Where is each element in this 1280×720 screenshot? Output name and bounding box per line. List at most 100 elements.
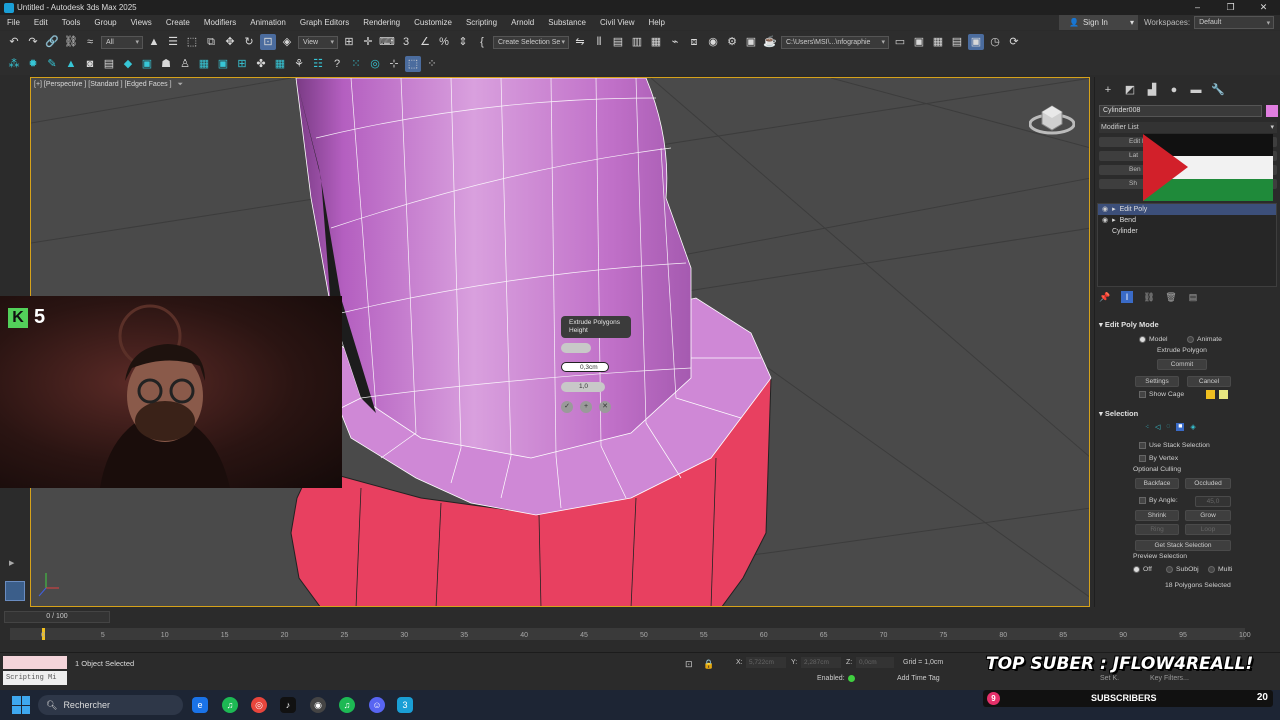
spotify-2-icon[interactable]: ♫ [339,697,355,713]
get-stack-selection-button[interactable]: Get Stack Selection [1135,540,1231,551]
viewcube[interactable] [1029,98,1075,138]
element-icon[interactable]: ◈ [1190,423,1195,431]
taskbar-search[interactable]: 🔍︎ Rechercher [38,695,183,715]
render-setup-icon[interactable]: ⚙ [724,34,740,50]
toggle-layer-explorer-icon[interactable]: ▥ [629,34,645,50]
clipboard-icon[interactable]: ▤ [101,56,117,72]
animate-radio[interactable] [1187,336,1194,343]
commit-button[interactable]: Commit [1157,359,1207,370]
pin-stack-icon[interactable]: 📌 [1099,291,1111,303]
add-time-tag[interactable]: Add Time Tag [897,675,940,682]
settings-button[interactable]: Settings [1135,376,1179,387]
y-coordinate-field[interactable]: 2,287cm [801,657,841,668]
reference-coord-select[interactable]: View [298,35,338,49]
object-color-swatch[interactable] [1266,105,1278,117]
named-selection-set-select[interactable]: Create Selection Se [493,35,569,49]
caddy-apply-button[interactable]: + [580,401,592,413]
eye-icon[interactable]: ◉ [1102,215,1108,226]
menu-substance[interactable]: Substance [541,15,593,30]
by-vertex-checkbox[interactable] [1139,455,1146,462]
time-slider[interactable]: 0 / 100 [4,611,110,623]
biped-icon[interactable]: ⁙ [348,56,364,72]
mirror-icon[interactable]: ⇋ [572,34,588,50]
shape-icon[interactable]: ◆ [120,56,136,72]
select-by-name-icon[interactable]: ☰ [165,34,181,50]
discord-icon[interactable]: ☺ [369,697,385,713]
redo-icon[interactable]: ↷ [25,34,41,50]
tiktok-icon[interactable]: ♪ [280,697,296,713]
viewport-thumbnail[interactable] [5,581,25,601]
sync-icon[interactable]: ⟳ [1006,34,1022,50]
edit-named-sets-icon[interactable]: { [474,34,490,50]
expand-icon[interactable]: ▸ [1112,204,1116,215]
material-editor-icon[interactable]: ◉ [705,34,721,50]
utilities-tab-icon[interactable]: 🔧 [1211,83,1225,97]
graphite-icon[interactable]: ▣ [139,56,155,72]
shrink-button[interactable]: Shrink [1135,510,1179,521]
absolute-mode-icon[interactable]: ⊡ [685,659,693,670]
rotate-icon[interactable]: ↻ [241,34,257,50]
key-filters-button[interactable]: Key Filters... [1150,675,1189,682]
project-path-select[interactable]: C:\Users\MSI\...\nfographie [781,35,889,49]
trackbar[interactable]: 0 5 10 15 20 25 30 35 40 45 50 55 60 65 70 75 80 85 90 95 10… [0,624,1251,652]
select-manipulate-icon[interactable]: ✛ [360,34,376,50]
modifier-list-dropdown[interactable]: Modifier List ▾ [1099,122,1277,133]
loop-button[interactable]: Loop [1185,524,1231,535]
menu-file[interactable]: File [0,15,27,30]
lock-icon[interactable]: 🔒 [703,659,714,670]
show-end-result-icon[interactable]: Ι [1121,291,1133,303]
remove-modifier-icon[interactable]: 🗑 [1165,291,1177,303]
array-icon[interactable]: ▦ [196,56,212,72]
preview-subobj-radio[interactable] [1166,566,1173,573]
stack-item-cylinder[interactable]: Cylinder [1098,226,1276,237]
light-bulb-icon[interactable]: ♙ [177,56,193,72]
link-icon[interactable]: 🔗 [44,34,60,50]
walkthrough-icon[interactable]: ⊹ [386,56,402,72]
polygon-icon[interactable]: ■ [1176,423,1185,431]
close-button[interactable]: ✕ [1247,0,1280,15]
maxscript-listener[interactable]: Scripting Mi [3,656,67,686]
caddy-height-field[interactable]: 0,3cm [561,362,609,372]
window-crossing-icon[interactable]: ⧉ [203,34,219,50]
viewport-layout-icon[interactable]: ▤ [949,34,965,50]
select-region-icon[interactable]: ⬚ [405,56,421,72]
placement-icon[interactable]: ◈ [279,34,295,50]
grid-icon[interactable]: ⊞ [234,56,250,72]
stack-item-edit-poly[interactable]: ◉ ▸ Edit Poly [1098,204,1276,215]
selection-rollout[interactable]: ▾ Selection [1099,409,1138,418]
rendered-frame-icon[interactable]: ▣ [743,34,759,50]
windows-start-icon[interactable] [12,696,30,714]
curve-editor-icon[interactable]: ⌁ [667,34,683,50]
menu-animation[interactable]: Animation [243,15,293,30]
expert-mode-icon[interactable]: ▣ [968,34,984,50]
use-stack-selection-checkbox[interactable] [1139,442,1146,449]
eye-icon[interactable]: ◉ [1102,204,1108,215]
minimize-button[interactable]: – [1181,0,1214,15]
layout-icon[interactable]: ▦ [930,34,946,50]
paint-icon[interactable]: ✎ [44,56,60,72]
hair-icon[interactable]: ⚘ [291,56,307,72]
selected-cage-color-swatch[interactable] [1219,390,1228,399]
spline-icon[interactable]: ☷ [310,56,326,72]
viewport-label[interactable]: [+] [Perspective ] [Standard ] [Edged Fa… [34,81,183,89]
undo-icon[interactable]: ↶ [6,34,22,50]
set-key-button[interactable]: Set K. [1100,675,1119,682]
maxscript-output[interactable]: Scripting Mi [3,671,67,685]
cancel-button[interactable]: Cancel [1187,376,1231,387]
menu-rendering[interactable]: Rendering [356,15,407,30]
maxscript-input[interactable] [3,656,67,669]
chrome-icon[interactable]: ◎ [251,697,267,713]
x-coordinate-field[interactable]: 5,722cm [746,657,786,668]
bind-space-warp-icon[interactable]: ≈ [82,34,98,50]
menu-arnold[interactable]: Arnold [504,15,541,30]
rect-selection-icon[interactable]: ⬚ [184,34,200,50]
expand-arrow-icon[interactable]: ▶ [9,559,14,567]
toggle-ribbon-icon[interactable]: ▦ [648,34,664,50]
save-icon[interactable]: ▣ [911,34,927,50]
help-circle-icon[interactable]: ◷ [987,34,1003,50]
edit-mesh-icon[interactable]: ▦ [272,56,288,72]
menu-civil-view[interactable]: Civil View [593,15,642,30]
keyboard-shortcut-icon[interactable]: ⌨ [379,34,395,50]
menu-group[interactable]: Group [87,15,123,30]
occluded-button[interactable]: Occluded [1185,478,1231,489]
